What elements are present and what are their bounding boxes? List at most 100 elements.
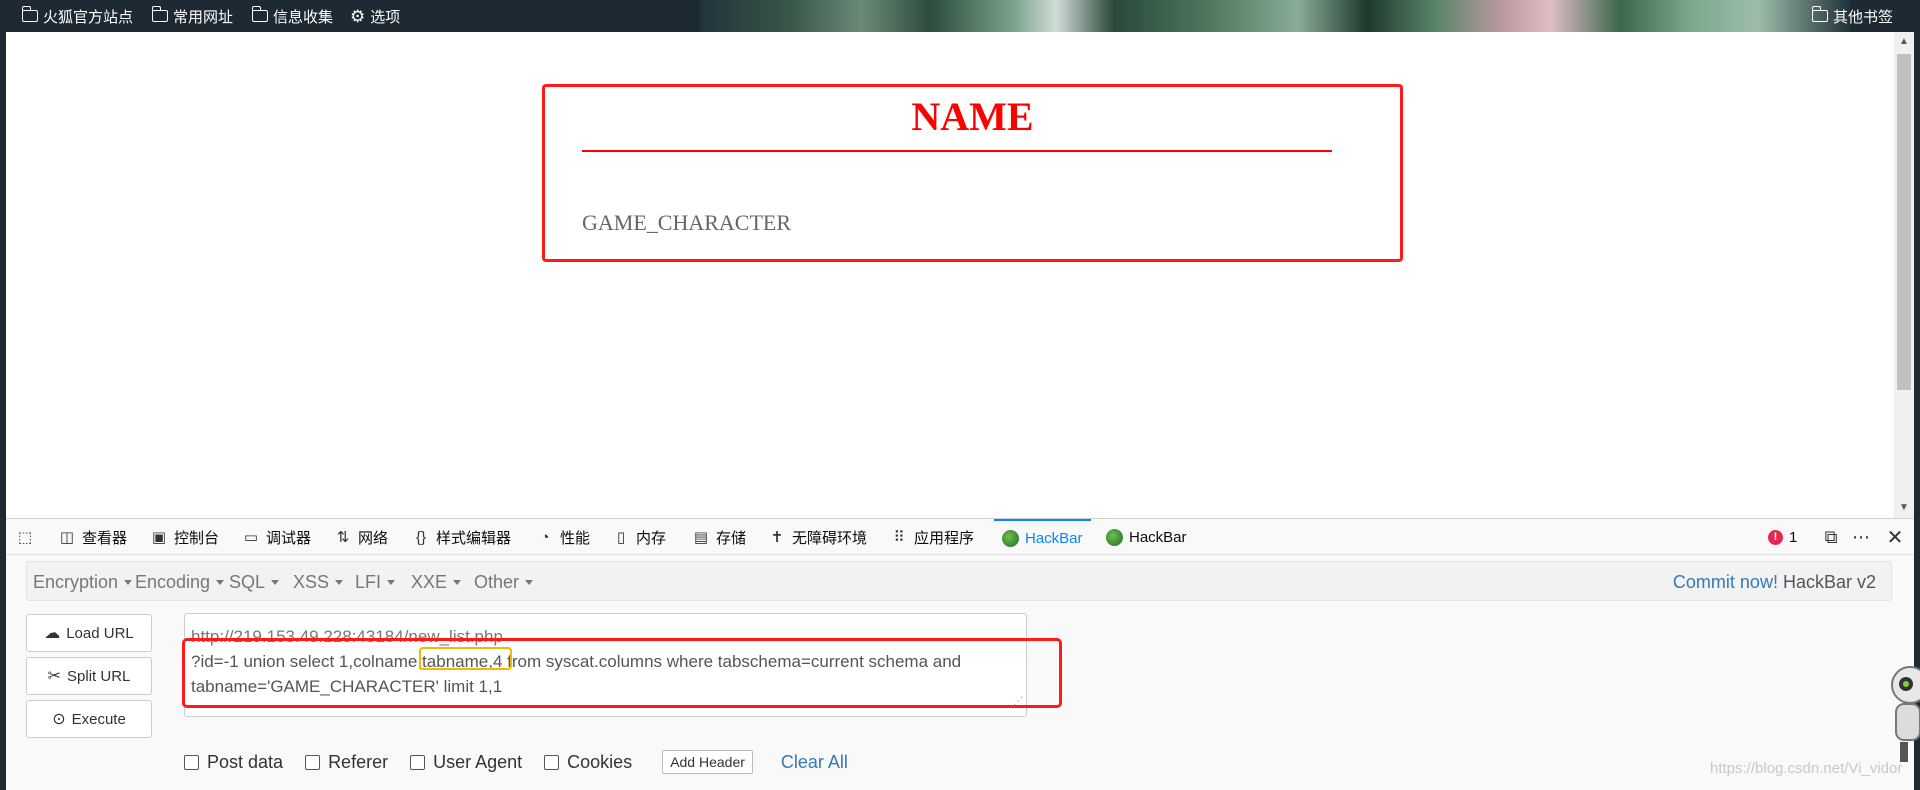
button-label: Split URL [67,667,131,685]
bookmark-label: 常用网址 [173,8,234,26]
tab-application[interactable]: ⠿ 应用程序 [890,519,975,555]
clear-all-link[interactable]: Clear All [781,752,848,773]
tab-label: 内存 [636,529,667,547]
tab-console[interactable]: ▣ 控制台 [150,519,219,555]
console-icon: ▣ [151,529,167,546]
menu-other[interactable]: Other [474,562,534,602]
network-icon: ⇅ [336,529,350,546]
tab-label: 应用程序 [914,529,975,547]
result-highlight-box: NAME GAME_CHARACTER [542,84,1403,262]
load-url-button[interactable]: ☁ Load URL [26,614,152,652]
referer-option[interactable]: Referer [305,752,388,773]
cookies-option[interactable]: Cookies [544,752,632,773]
tab-network[interactable]: ⇅ 网络 [334,519,388,555]
menu-label: Encoding [135,571,211,592]
menu-label: Encryption [33,571,119,592]
cloud-download-icon: ☁ [44,625,61,642]
menu-label: Other [474,571,520,592]
caret-down-icon [387,579,396,585]
post-data-option[interactable]: Post data [184,752,283,773]
watermark-text: https://blog.csdn.net/Vi_vidor [1710,760,1903,777]
add-header-button[interactable]: Add Header [662,750,753,774]
menu-label: SQL [229,571,266,592]
menu-label: LFI [355,571,382,592]
picker-icon: ⬚ [17,529,33,546]
menu-encoding[interactable]: Encoding [135,562,225,602]
caret-down-icon [453,579,462,585]
bookmark-other[interactable]: 其他书签 [1811,0,1894,32]
user-agent-option[interactable]: User Agent [410,752,522,773]
button-label: Load URL [66,624,134,642]
tabname-highlight-box [419,647,512,670]
menu-xss[interactable]: XSS [293,562,344,602]
memory-icon: ▯ [616,529,626,546]
tab-inspector[interactable]: ◫ 查看器 [58,519,127,555]
inspector-icon: ◫ [59,529,75,546]
bookmark-common-sites[interactable]: 常用网址 [151,0,234,32]
element-picker[interactable]: ⬚ [16,519,34,555]
close-devtools[interactable]: ✕ [1886,519,1904,555]
error-count: 1 [1789,528,1798,546]
more-options[interactable]: ⋯ [1852,519,1870,555]
tab-label: HackBar [1129,528,1187,546]
option-label: Referer [328,751,389,772]
menu-encryption[interactable]: Encryption [33,562,133,602]
error-counter[interactable]: ! 1 [1768,519,1797,555]
tab-label: 控制台 [174,529,220,547]
result-value: GAME_CHARACTER [582,210,792,235]
menu-label: XXE [411,571,448,592]
robot-mascot-icon [1891,666,1920,762]
caret-down-icon [271,579,280,585]
dock-icon: ⧉ [1824,526,1838,547]
caret-down-icon [525,579,534,585]
checkbox[interactable] [305,754,321,770]
checkbox[interactable] [410,754,426,770]
page-title: NAME [911,94,1034,139]
button-label: Execute [71,710,126,728]
tab-label: 存储 [716,529,747,547]
execute-button[interactable]: ⊙ Execute [26,700,152,738]
tab-label: 性能 [560,529,591,547]
tab-style-editor[interactable]: {} 样式编辑器 [412,519,511,555]
style-editor-icon: {} [415,528,427,546]
storage-icon: ▤ [693,529,709,546]
hackbar-menu: Encryption Encoding SQL XSS LFI XXE Othe… [26,561,1892,601]
menu-xxe[interactable]: XXE [411,562,462,602]
menu-sql[interactable]: SQL [229,562,280,602]
bookmark-firefox-official[interactable]: 火狐官方站点 [21,0,134,32]
more-icon: ⋯ [1852,526,1870,547]
checkbox[interactable] [544,754,560,770]
menu-lfi[interactable]: LFI [355,562,396,602]
play-icon: ⊙ [52,711,66,728]
split-url-button[interactable]: ✂ Split URL [26,657,152,695]
tab-storage[interactable]: ▤ 存储 [692,519,746,555]
bookmark-info-gathering[interactable]: 信息收集 [251,0,334,32]
tab-debugger[interactable]: ▭ 调试器 [242,519,311,555]
devtools-tabbar: ⬚ ◫ 查看器 ▣ 控制台 ▭ 调试器 ⇅ 网络 {} 样式编辑器 ◔ 性能 ▯… [6,519,1914,555]
hackbar-icon [1106,528,1123,546]
query-highlight-box [182,638,1062,708]
tab-accessibility[interactable]: ✝ 无障碍环境 [768,519,867,555]
tab-hackbar-active[interactable]: HackBar [994,519,1091,555]
bookmarks-background-art [700,0,1850,32]
checkbox[interactable] [184,754,199,770]
scroll-down-icon[interactable]: ▼ [1898,502,1910,514]
gear-icon: ⚙ [350,6,366,26]
scroll-up-icon[interactable]: ▲ [1898,36,1910,48]
commit-area: Commit now! HackBar v2 [1673,562,1876,602]
scissors-icon: ✂ [47,668,62,685]
bookmark-label: 火狐官方站点 [43,8,134,26]
scroll-thumb[interactable] [1897,54,1911,390]
tab-performance[interactable]: ◔ 性能 [536,519,590,555]
dock-options[interactable]: ⧉ [1822,519,1840,555]
menu-label: XSS [293,571,330,592]
bookmark-label: 其他书签 [1833,8,1894,26]
tab-hackbar[interactable]: HackBar [1106,519,1187,555]
tab-memory[interactable]: ▯ 内存 [612,519,666,555]
request-options: Post data Referer User Agent Cookies Add… [184,747,848,777]
bookmark-options[interactable]: ⚙ 选项 [350,0,400,32]
commit-now-link[interactable]: Commit now! [1673,572,1778,593]
bookmark-label: 信息收集 [273,8,334,26]
option-label: Cookies [567,751,633,772]
page-scrollbar[interactable]: ▲ ▼ [1894,32,1914,518]
